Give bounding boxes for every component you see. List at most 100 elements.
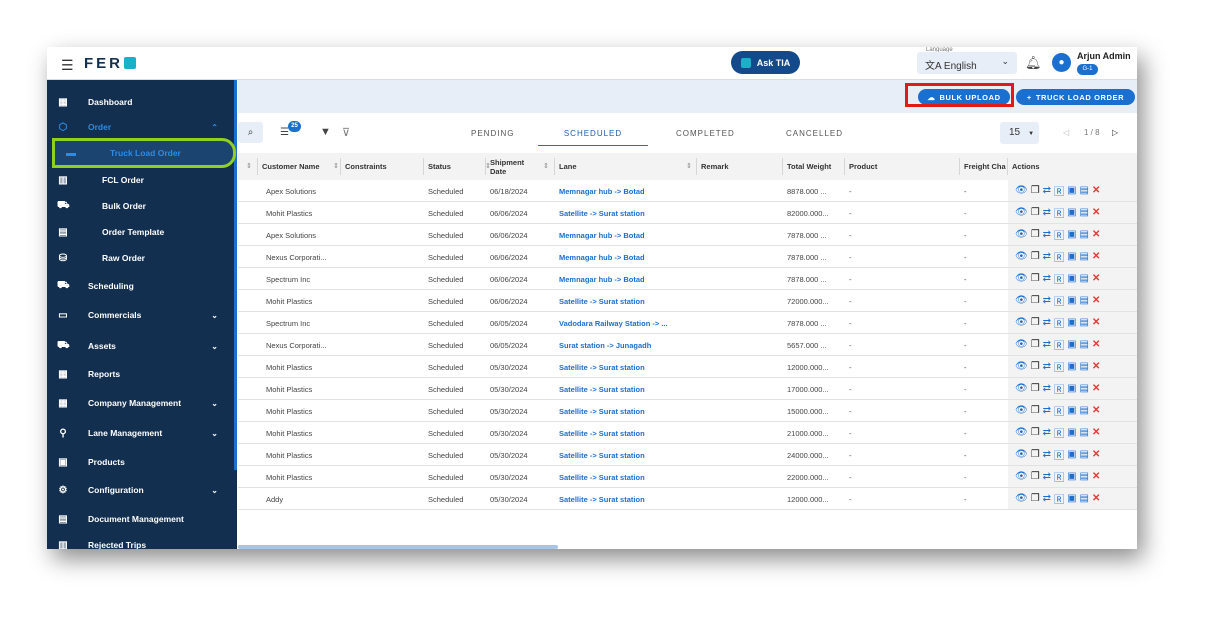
tab-scheduled[interactable]: SCHEDULED (538, 129, 648, 146)
eye-icon[interactable]: 👁︎ (1015, 493, 1028, 504)
bell-icon[interactable]: 🔔︎ (1025, 55, 1042, 71)
horizontal-scrollbar[interactable] (238, 545, 558, 549)
document-icon[interactable]: ▤ (1080, 295, 1089, 306)
delete-icon[interactable]: ✕ (1092, 405, 1100, 416)
copy-icon[interactable]: ❐ (1031, 471, 1040, 482)
money-icon[interactable]: ▣ (1067, 405, 1076, 416)
copy-icon[interactable]: ❐ (1031, 383, 1040, 394)
delete-icon[interactable]: ✕ (1092, 251, 1100, 262)
money-icon[interactable]: ▣ (1067, 383, 1076, 394)
cell[interactable]: Satellite -> Surat station (559, 209, 645, 218)
money-icon[interactable]: ▣ (1067, 471, 1076, 482)
r-icon[interactable]: 🅁 (1054, 183, 1064, 198)
r-icon[interactable]: 🅁 (1054, 315, 1064, 330)
prev-page-icon[interactable]: ◁ (1063, 128, 1069, 137)
swap-icon[interactable]: ⇄ (1043, 251, 1051, 262)
chevron-down-icon[interactable]: ⌄ (211, 486, 218, 495)
copy-icon[interactable]: ❐ (1031, 295, 1040, 306)
table-row[interactable]: Mohit Plastics Scheduled 05/30/2024 Satelli… (238, 378, 1137, 400)
swap-icon[interactable]: ⇄ (1043, 273, 1051, 284)
delete-icon[interactable]: ✕ (1092, 295, 1100, 306)
cell[interactable]: Satellite -> Surat station (559, 495, 645, 504)
delete-icon[interactable]: ✕ (1092, 471, 1100, 482)
delete-icon[interactable]: ✕ (1092, 493, 1100, 504)
table-row[interactable]: Spectrum Inc Scheduled 06/06/2024 Memnagar … (238, 268, 1137, 290)
copy-icon[interactable]: ❐ (1031, 207, 1040, 218)
cell[interactable]: Satellite -> Surat station (559, 385, 645, 394)
r-icon[interactable]: 🅁 (1054, 337, 1064, 352)
column-header[interactable]: Lane (559, 153, 577, 180)
swap-icon[interactable]: ⇄ (1043, 295, 1051, 306)
chevron-down-icon[interactable]: ⌄ (211, 429, 218, 438)
column-header[interactable]: Total Weight (787, 153, 831, 180)
chevron-down-icon[interactable]: ⌄ (211, 399, 218, 408)
delete-icon[interactable]: ✕ (1092, 449, 1100, 460)
sidebar-item-scheduling[interactable]: ⛟ Scheduling (47, 275, 234, 297)
table-row[interactable]: Nexus Corporati... Scheduled 06/06/2024 Mem… (238, 246, 1137, 268)
table-row[interactable]: Addy Scheduled 05/30/2024 Satellite -> Sura… (238, 488, 1137, 510)
eye-icon[interactable]: 👁︎ (1015, 295, 1028, 306)
swap-icon[interactable]: ⇄ (1043, 405, 1051, 416)
column-divider[interactable] (696, 158, 697, 175)
column-header[interactable]: Constraints (345, 153, 387, 180)
delete-icon[interactable]: ✕ (1092, 361, 1100, 372)
sidebar-item-bulk-order[interactable]: ⛟ Bulk Order (47, 195, 234, 217)
column-divider[interactable] (257, 158, 258, 175)
table-row[interactable]: Mohit Plastics Scheduled 05/30/2024 Satelli… (238, 466, 1137, 488)
chevron-down-icon[interactable]: ⌄ (211, 311, 218, 320)
r-icon[interactable]: 🅁 (1054, 227, 1064, 242)
cell[interactable]: Memnagar hub -> Botad (559, 187, 645, 196)
sort-icon[interactable]: ⇕ (485, 162, 491, 170)
money-icon[interactable]: ▣ (1067, 449, 1076, 460)
money-icon[interactable]: ▣ (1067, 273, 1076, 284)
money-icon[interactable]: ▣ (1067, 361, 1076, 372)
sidebar-item-order-template[interactable]: ▤ Order Template (47, 221, 234, 243)
document-icon[interactable]: ▤ (1080, 251, 1089, 262)
eye-icon[interactable]: 👁︎ (1015, 317, 1028, 328)
delete-icon[interactable]: ✕ (1092, 317, 1100, 328)
sort-icon[interactable]: ⇕ (246, 162, 252, 170)
table-row[interactable]: Apex Solutions Scheduled 06/06/2024 Memnaga… (238, 224, 1137, 246)
cell[interactable]: Memnagar hub -> Botad (559, 231, 645, 240)
money-icon[interactable]: ▣ (1067, 339, 1076, 350)
delete-icon[interactable]: ✕ (1092, 273, 1100, 284)
column-divider[interactable] (844, 158, 845, 175)
document-icon[interactable]: ▤ (1080, 207, 1089, 218)
delete-icon[interactable]: ✕ (1092, 383, 1100, 394)
column-header[interactable]: Status (428, 153, 451, 180)
money-icon[interactable]: ▣ (1067, 207, 1076, 218)
sidebar-item-assets[interactable]: ⛟ Assets ⌄ (47, 335, 234, 357)
eye-icon[interactable]: 👁︎ (1015, 427, 1028, 438)
r-icon[interactable]: 🅁 (1054, 271, 1064, 286)
cell[interactable]: Satellite -> Surat station (559, 407, 645, 416)
cell[interactable]: Satellite -> Surat station (559, 297, 645, 306)
delete-icon[interactable]: ✕ (1092, 207, 1100, 218)
document-icon[interactable]: ▤ (1080, 361, 1089, 372)
copy-icon[interactable]: ❐ (1031, 405, 1040, 416)
copy-icon[interactable]: ❐ (1031, 339, 1040, 350)
delete-icon[interactable]: ✕ (1092, 339, 1100, 350)
sidebar-item-lane-management[interactable]: ⚲ Lane Management ⌄ (47, 422, 234, 444)
eye-icon[interactable]: 👁︎ (1015, 383, 1028, 394)
chevron-down-icon[interactable]: ⌄ (211, 342, 218, 351)
table-row[interactable]: Apex Solutions Scheduled 06/18/2024 Memnaga… (238, 180, 1137, 202)
next-page-icon[interactable]: ▷ (1112, 128, 1118, 137)
r-icon[interactable]: 🅁 (1054, 403, 1064, 418)
swap-icon[interactable]: ⇄ (1043, 229, 1051, 240)
document-icon[interactable]: ▤ (1080, 471, 1089, 482)
copy-icon[interactable]: ❐ (1031, 185, 1040, 196)
copy-icon[interactable]: ❐ (1031, 449, 1040, 460)
money-icon[interactable]: ▣ (1067, 427, 1076, 438)
chevron-up-icon[interactable]: ⌃ (211, 123, 218, 132)
swap-icon[interactable]: ⇄ (1043, 207, 1051, 218)
eye-icon[interactable]: 👁︎ (1015, 405, 1028, 416)
document-icon[interactable]: ▤ (1080, 493, 1089, 504)
swap-icon[interactable]: ⇄ (1043, 185, 1051, 196)
tab-pending[interactable]: PENDING (471, 129, 514, 138)
eye-icon[interactable]: 👁︎ (1015, 251, 1028, 262)
copy-icon[interactable]: ❐ (1031, 493, 1040, 504)
r-icon[interactable]: 🅁 (1054, 205, 1064, 220)
tab-cancelled[interactable]: CANCELLED (786, 129, 843, 138)
cell[interactable]: Satellite -> Surat station (559, 429, 645, 438)
column-header[interactable]: Customer Name (262, 153, 320, 180)
